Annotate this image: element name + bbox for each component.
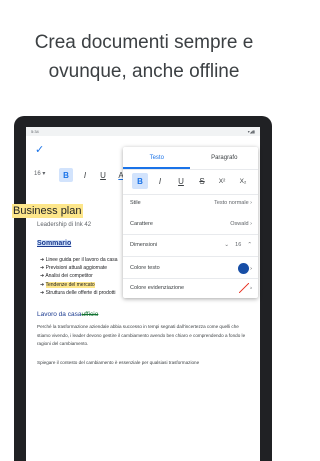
highlight-color-row[interactable]: Colore evidenziazione ›: [130, 282, 252, 294]
panel-italic-button[interactable]: I: [152, 173, 168, 189]
font-size-value: 16: [34, 171, 41, 177]
list-item-text: Previsioni attuali aggiornate: [45, 265, 108, 272]
status-bar: 5:34 ▾◢▮: [26, 127, 260, 136]
style-row[interactable]: Stile Testo normale ›: [130, 197, 252, 209]
tab-testo[interactable]: Testo: [123, 147, 191, 169]
list-item: ➜ Tendenze del mercato: [40, 281, 95, 288]
panel-underline-button[interactable]: U: [173, 173, 189, 189]
doc-paragraph-2[interactable]: Spiegare il contesto del cambiamento è e…: [37, 360, 252, 365]
panel-tabs: Testo Paragrafo: [123, 147, 258, 169]
list-item: ➜ Linee guida per il lavoro da casa: [40, 257, 118, 263]
doc-paragraph[interactable]: Perché la trasformazione aziendale abbia…: [37, 323, 252, 349]
highlight-color-label: Colore evidenziazione: [130, 285, 185, 291]
list-item: ➜ Previsioni attuali aggiornate: [40, 265, 108, 272]
divider: [123, 169, 258, 170]
panel-superscript-button[interactable]: X²: [214, 173, 230, 189]
doc-title[interactable]: Business plan: [12, 204, 83, 218]
doc-subtitle[interactable]: Leadership di Ink 42: [37, 222, 91, 228]
headline: Crea documenti sempre e ovunque, anche o…: [0, 28, 288, 86]
font-label: Carattere: [130, 221, 153, 227]
section-heading-text: Lavoro da casa: [37, 311, 82, 318]
list-item-text: Linee guida per il lavoro da casa: [45, 257, 118, 263]
style-label: Stile: [130, 200, 141, 206]
check-icon[interactable]: ✓: [35, 143, 44, 156]
size-stepper[interactable]: ⌄ 16 ⌃: [224, 242, 252, 248]
divider: [123, 278, 258, 279]
italic-button[interactable]: I: [78, 168, 92, 182]
font-value-text: Oswald: [230, 221, 249, 227]
format-panel: Testo Paragrafo B I U S X² X₂ Stile Test…: [123, 147, 258, 298]
chevron-right-icon: ›: [250, 265, 252, 272]
list-item-text: Tendenze del mercato: [45, 281, 95, 288]
status-icons: ▾◢▮: [247, 129, 255, 134]
section-heading[interactable]: Lavoro da casaufficio: [37, 311, 98, 318]
chevron-up-icon[interactable]: ⌃: [247, 242, 252, 248]
text-color-label: Colore testo: [130, 265, 160, 271]
panel-subscript-button[interactable]: X₂: [235, 173, 251, 189]
list-item: ➜ Analisi dei competitor: [40, 273, 93, 280]
bold-button[interactable]: B: [59, 168, 73, 182]
divider: [123, 256, 258, 257]
headline-line-2: ovunque, anche offline: [48, 61, 240, 82]
chevron-right-icon: ›: [250, 200, 252, 206]
list-item-text: Struttura delle offerte di prodotti: [45, 289, 116, 296]
style-value-text: Testo normale: [214, 200, 249, 206]
style-value: Testo normale ›: [214, 200, 252, 206]
highlight-color-value: ›: [238, 283, 252, 293]
size-row: Dimensioni ⌄ 16 ⌃: [130, 239, 252, 251]
size-value: 16: [235, 242, 242, 248]
panel-bold-button[interactable]: B: [132, 173, 148, 189]
color-swatch-icon: [237, 262, 249, 274]
list-item-text: Analisi dei competitor: [45, 273, 93, 280]
divider: [123, 194, 258, 195]
no-color-icon: [238, 283, 249, 293]
section-heading-strike: ufficio: [81, 311, 99, 318]
divider: [123, 234, 258, 235]
chevron-right-icon: ›: [250, 221, 252, 227]
font-value: Oswald ›: [230, 221, 252, 227]
font-size-dropdown[interactable]: 16 ▾: [34, 170, 45, 177]
size-label: Dimensioni: [130, 242, 158, 248]
tab-paragrafo[interactable]: Paragrafo: [191, 147, 259, 169]
list-item: ➜ Struttura delle offerte di prodotti: [40, 289, 116, 296]
text-color-row[interactable]: Colore testo ›: [130, 262, 252, 274]
headline-line-1: Crea documenti sempre e: [34, 32, 254, 53]
chevron-down-icon[interactable]: ⌄: [224, 242, 229, 248]
underline-button[interactable]: U: [96, 168, 110, 182]
summary-heading[interactable]: Sommario: [37, 240, 72, 247]
chevron-right-icon: ›: [250, 285, 252, 292]
font-row[interactable]: Carattere Oswald ›: [130, 218, 252, 230]
panel-strikethrough-button[interactable]: S: [194, 173, 210, 189]
panel-format-buttons: B I U S X² X₂: [123, 173, 258, 189]
bullet-list[interactable]: ➜ Linee guida per il lavoro da casa ➜ Pr…: [40, 256, 118, 297]
text-color-value: ›: [237, 262, 252, 274]
status-time: 5:34: [31, 129, 39, 134]
